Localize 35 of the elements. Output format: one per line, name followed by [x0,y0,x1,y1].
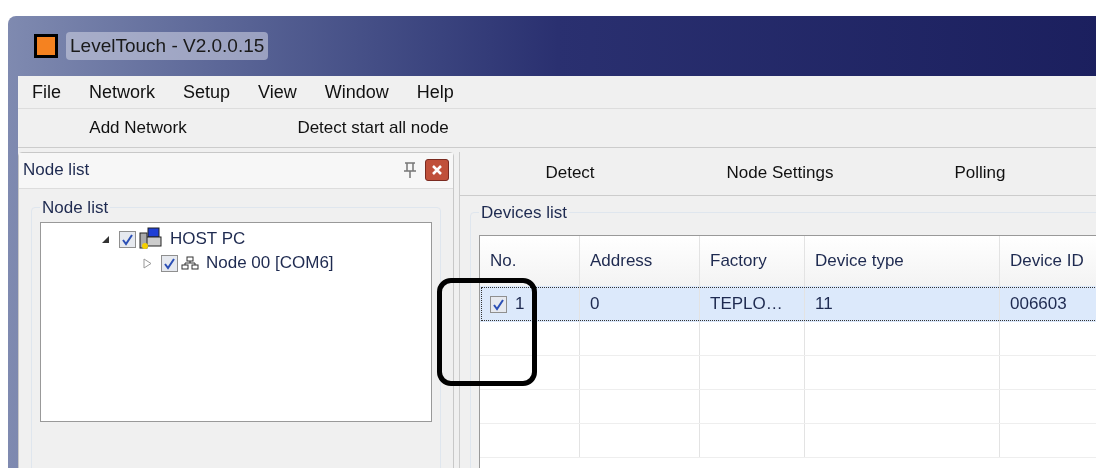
tab[interactable]: Node Settings [680,160,880,186]
app-icon [34,34,58,58]
computer-icon [139,227,163,251]
table-cell-text: 1 [515,293,525,316]
menu-item[interactable]: Window [318,78,395,106]
table-cell-text: 11 [815,293,833,316]
toolbar-button[interactable]: Detect start all node [258,115,488,141]
window-title: LevelTouch - V2.0.0.15 [66,31,269,61]
table-cell-text: 006603 [1010,293,1067,316]
pin-icon[interactable] [403,161,417,179]
checkbox[interactable] [490,295,507,313]
tab[interactable]: Detect [460,160,680,186]
checkbox[interactable] [119,230,136,248]
table-row[interactable]: 1 0 TEPLO… 11 006603 [480,286,1096,322]
check-icon [492,297,505,311]
network-icon [181,256,199,270]
tree-item[interactable]: HOST PC [170,226,246,252]
group-title: Node list [41,196,110,219]
menu-item[interactable]: Help [410,78,460,106]
menu-item[interactable]: File [26,78,67,106]
close-icon [432,165,442,175]
panel-title: Node list [23,159,90,182]
menu-item[interactable]: View [252,78,303,106]
toolbar-button[interactable]: Add Network [18,115,258,141]
check-icon [163,256,176,270]
checkbox[interactable] [161,254,178,272]
table-cell-text: 0 [590,293,600,316]
menu-item[interactable]: Setup [177,78,237,106]
tab[interactable]: Polling [880,160,1080,186]
table-cell-text: TEPLO… [710,293,783,316]
tree-item[interactable]: Node 00 [COM6] [206,250,334,276]
check-icon [121,232,134,246]
close-button[interactable] [425,159,449,181]
menu-item[interactable]: Network [83,78,162,106]
group-title: Devices list [480,201,568,224]
